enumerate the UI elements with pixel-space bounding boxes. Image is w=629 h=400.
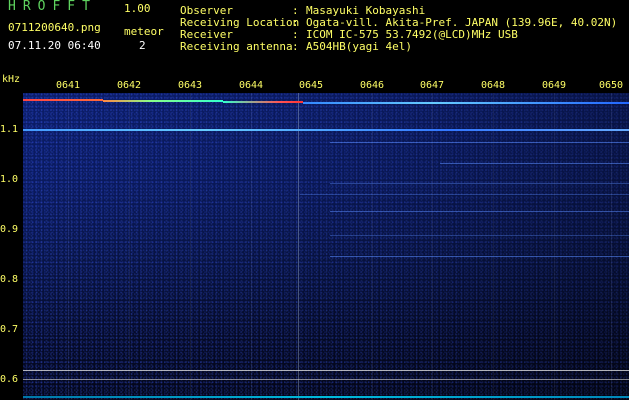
time-gridline xyxy=(611,93,612,400)
signal-trace xyxy=(300,194,629,195)
time-gridline xyxy=(190,93,191,400)
signal-trace xyxy=(440,163,629,164)
x-tick-label: 0647 xyxy=(419,80,445,91)
y-tick-label: 0.9 xyxy=(0,224,19,235)
signal-trace xyxy=(23,129,629,131)
signal-trace xyxy=(330,256,629,257)
file-name: 0711200640.png xyxy=(8,21,101,34)
signal-trace xyxy=(330,211,629,212)
x-tick-label: 0644 xyxy=(238,80,264,91)
time-gridline xyxy=(251,93,252,400)
colon-separator: : xyxy=(292,40,299,53)
time-gridline xyxy=(372,93,373,400)
x-tick-label: 0646 xyxy=(359,80,385,91)
signal-trace xyxy=(330,235,629,236)
y-tick-label: 0.8 xyxy=(0,274,19,285)
x-tick-label: 0648 xyxy=(480,80,506,91)
spectrogram-shading xyxy=(23,93,629,400)
time-gridline xyxy=(554,93,555,400)
unit-label: kHz xyxy=(2,74,21,85)
noise-floor-trace xyxy=(23,396,629,398)
signal-trace xyxy=(330,142,629,143)
x-tick-label: 0645 xyxy=(298,80,324,91)
meteor-label: meteor xyxy=(124,25,164,38)
reference-line xyxy=(23,379,629,380)
y-tick-label: 0.6 xyxy=(0,374,19,385)
antenna-value: A504HB(yagi 4el) xyxy=(306,40,412,53)
signal-trace xyxy=(330,183,629,184)
time-gridline xyxy=(68,93,69,400)
app-version: 1.00 xyxy=(124,2,151,15)
time-gridline xyxy=(298,93,299,400)
x-tick-label: 0642 xyxy=(116,80,142,91)
time-gridline xyxy=(432,93,433,400)
x-tick-label: 0641 xyxy=(55,80,81,91)
signal-trace xyxy=(303,102,629,104)
app-title: HROFFT xyxy=(8,0,97,14)
antenna-label: Receiving antenna xyxy=(180,40,293,53)
y-tick-label: 1.1 xyxy=(0,124,19,135)
x-tick-label: 0643 xyxy=(177,80,203,91)
signal-trace xyxy=(23,99,103,101)
time-gridline xyxy=(493,93,494,400)
meteor-count: 2 xyxy=(139,39,146,52)
y-tick-label: 0.7 xyxy=(0,324,19,335)
y-tick-label: 1.0 xyxy=(0,174,19,185)
time-gridline xyxy=(129,93,130,400)
signal-trace xyxy=(103,100,223,102)
signal-trace xyxy=(223,101,303,103)
reference-line xyxy=(23,370,629,371)
timestamp: 07.11.20 06:40 xyxy=(8,39,101,52)
x-tick-label: 0649 xyxy=(541,80,567,91)
x-tick-label: 0650 xyxy=(598,80,624,91)
